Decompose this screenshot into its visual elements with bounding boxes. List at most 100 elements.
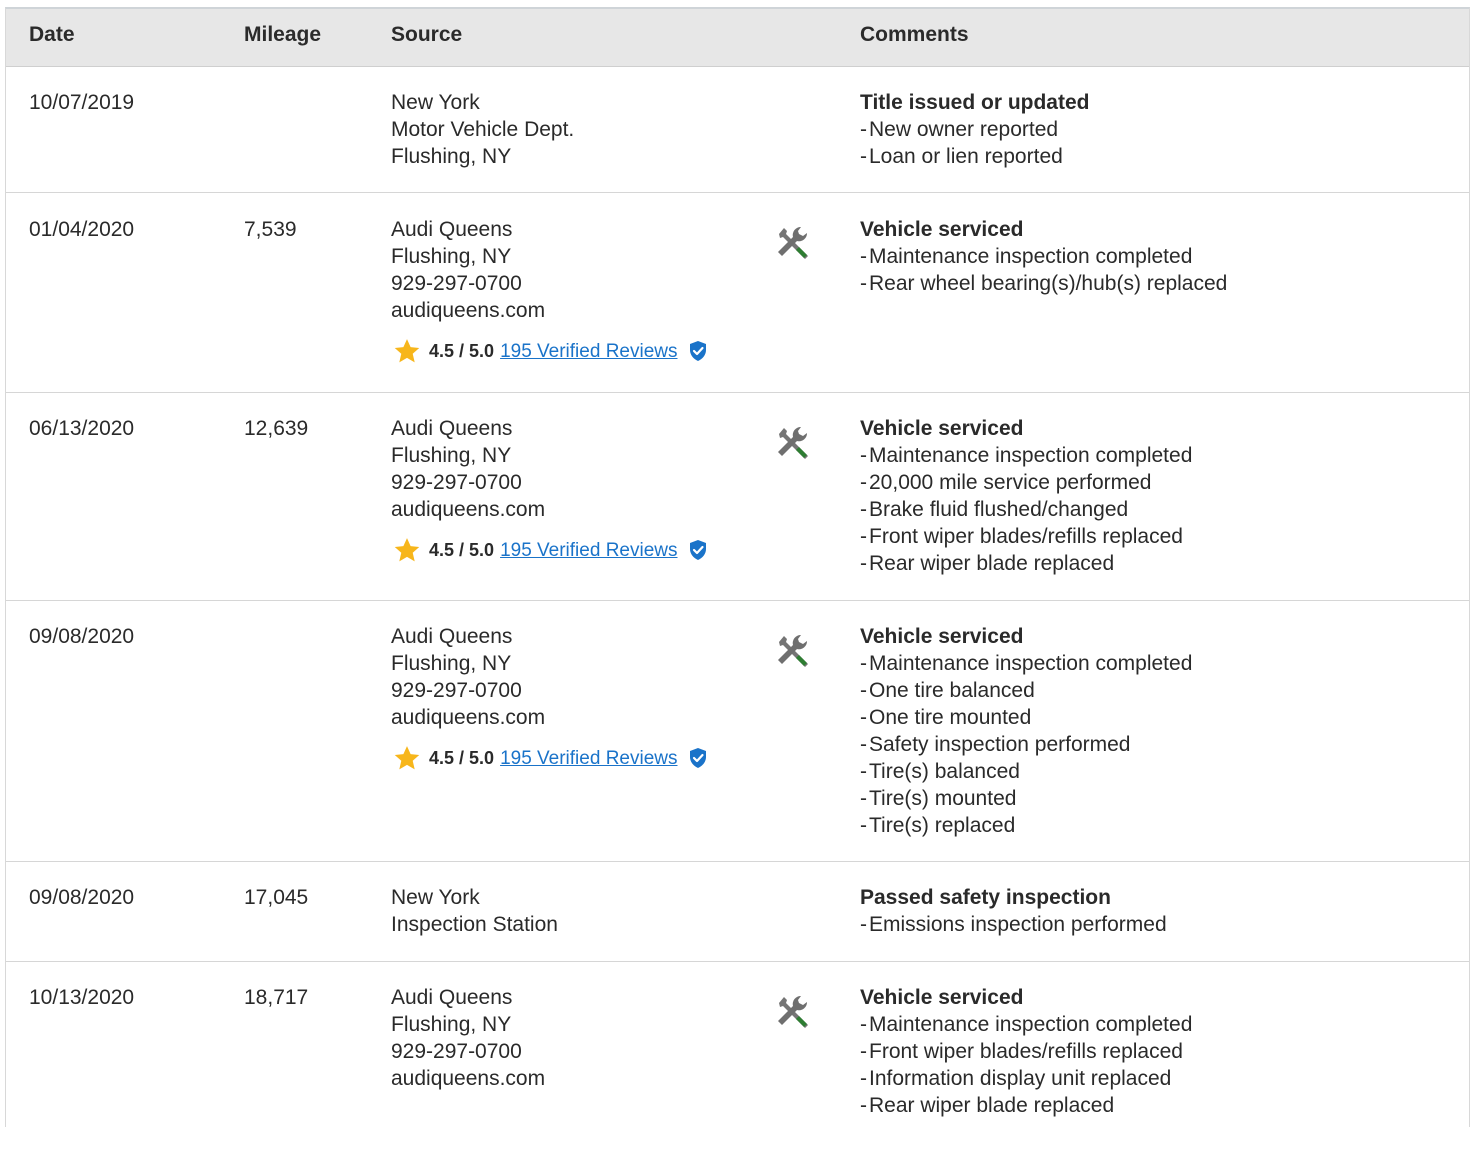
row-comments: Vehicle serviced Maintenance inspection … <box>860 623 1192 839</box>
row-mileage: 7,539 <box>244 218 297 241</box>
comment-item: Emissions inspection performed <box>860 911 1167 938</box>
source-line: Audi Queens <box>391 417 513 440</box>
row-comments: Vehicle serviced Maintenance inspection … <box>860 216 1227 297</box>
header-date: Date <box>29 23 75 46</box>
row-mileage: 17,045 <box>244 886 309 909</box>
source-line: Flushing, NY <box>391 245 512 268</box>
source-line: Audi Queens <box>391 986 513 1009</box>
row-mileage: 12,639 <box>244 417 309 440</box>
comment-item: Front wiper blades/refills replaced <box>860 523 1192 550</box>
source-line: Inspection Station <box>391 913 558 936</box>
comment-title: Passed safety inspection <box>860 886 1111 909</box>
comment-title: Vehicle serviced <box>860 986 1024 1009</box>
table-row: 10/07/2019 New York Motor Vehicle Dept. … <box>6 66 1469 193</box>
comment-item: Maintenance inspection completed <box>860 442 1192 469</box>
header-comments: Comments <box>860 23 969 46</box>
comment-item: Brake fluid flushed/changed <box>860 496 1192 523</box>
comment-item: Front wiper blades/refills replaced <box>860 1038 1192 1065</box>
row-date: 06/13/2020 <box>29 417 135 440</box>
row-source: New York Motor Vehicle Dept. Flushing, N… <box>391 89 574 170</box>
comment-item: One tire balanced <box>860 677 1192 704</box>
comment-item: Maintenance inspection completed <box>860 1011 1192 1038</box>
comment-item: Rear wiper blade replaced <box>860 550 1192 577</box>
comment-item: Safety inspection performed <box>860 731 1192 758</box>
row-source: Audi Queens Flushing, NY 929-297-0700 au… <box>391 623 708 772</box>
comment-item: New owner reported <box>860 116 1089 143</box>
rating-score: 4.5 / 5.0 <box>429 747 495 768</box>
row-comments: Passed safety inspection Emissions inspe… <box>860 884 1167 938</box>
verified-shield-icon <box>689 341 706 361</box>
shop-rating: 4.5 / 5.0 195 Verified Reviews <box>391 536 708 564</box>
source-line: 929-297-0700 <box>391 679 522 702</box>
comment-item: Rear wheel bearing(s)/hub(s) replaced <box>860 270 1227 297</box>
source-line: Flushing, NY <box>391 1013 512 1036</box>
star-icon <box>394 538 420 562</box>
source-line: New York <box>391 886 480 909</box>
source-line: 929-297-0700 <box>391 471 522 494</box>
row-source: Audi Queens Flushing, NY 929-297-0700 au… <box>391 216 708 365</box>
vehicle-history-table: Date Mileage Source Comments 10/07/2019 … <box>5 7 1470 1127</box>
verified-reviews-link[interactable]: 195 Verified Reviews <box>500 745 677 772</box>
shop-rating: 4.5 / 5.0 195 Verified Reviews <box>391 744 708 772</box>
comment-item: Tire(s) mounted <box>860 785 1192 812</box>
source-line: Flushing, NY <box>391 145 512 168</box>
source-line: Flushing, NY <box>391 444 512 467</box>
header-mileage: Mileage <box>244 23 322 46</box>
comment-title: Vehicle serviced <box>860 218 1024 241</box>
row-comments: Title issued or updated New owner report… <box>860 89 1089 170</box>
row-date: 09/08/2020 <box>29 625 135 648</box>
comment-item: One tire mounted <box>860 704 1192 731</box>
source-line: audiqueens.com <box>391 299 546 322</box>
comment-item: 20,000 mile service performed <box>860 469 1192 496</box>
table-row: 01/04/2020 7,539 Audi Queens Flushing, N… <box>6 193 1469 393</box>
row-date: 10/07/2019 <box>29 91 135 114</box>
comment-title: Title issued or updated <box>860 91 1090 114</box>
row-source: New York Inspection Station <box>391 884 558 938</box>
comment-item: Information display unit replaced <box>860 1065 1192 1092</box>
table-header: Date Mileage Source Comments <box>6 9 1469 67</box>
rating-score: 4.5 / 5.0 <box>429 539 495 560</box>
source-line: New York <box>391 91 480 114</box>
table-row: 09/08/2020 17,045 New York Inspection St… <box>6 862 1469 962</box>
source-line: Audi Queens <box>391 218 513 241</box>
row-source: Audi Queens Flushing, NY 929-297-0700 au… <box>391 415 708 564</box>
comment-item: Maintenance inspection completed <box>860 650 1192 677</box>
verified-shield-icon <box>689 540 706 560</box>
row-mileage: 18,717 <box>244 986 309 1009</box>
comment-item: Loan or lien reported <box>860 143 1089 170</box>
table-row: 09/08/2020 Audi Queens Flushing, NY 929-… <box>6 601 1469 862</box>
source-line: Motor Vehicle Dept. <box>391 118 575 141</box>
source-line: audiqueens.com <box>391 498 546 521</box>
row-comments: Vehicle serviced Maintenance inspection … <box>860 984 1192 1119</box>
table-row: 06/13/2020 12,639 Audi Queens Flushing, … <box>6 393 1469 601</box>
source-line: audiqueens.com <box>391 1067 546 1090</box>
comment-item: Tire(s) balanced <box>860 758 1192 785</box>
comment-title: Vehicle serviced <box>860 417 1024 440</box>
row-source: Audi Queens Flushing, NY 929-297-0700 au… <box>391 984 545 1092</box>
star-icon <box>394 339 420 363</box>
source-line: 929-297-0700 <box>391 1040 522 1063</box>
row-date: 09/08/2020 <box>29 886 135 909</box>
comment-title: Vehicle serviced <box>860 625 1024 648</box>
row-date: 01/04/2020 <box>29 218 135 241</box>
source-line: Flushing, NY <box>391 652 512 675</box>
shop-rating: 4.5 / 5.0 195 Verified Reviews <box>391 337 708 365</box>
header-source: Source <box>391 23 463 46</box>
source-line: 929-297-0700 <box>391 272 522 295</box>
wrench-screwdriver-icon <box>778 995 808 1028</box>
star-icon <box>394 746 420 770</box>
wrench-screwdriver-icon <box>778 226 808 259</box>
verified-reviews-link[interactable]: 195 Verified Reviews <box>500 537 677 564</box>
wrench-screwdriver-icon <box>778 634 808 667</box>
wrench-screwdriver-icon <box>778 426 808 459</box>
table-row: 10/13/2020 18,717 Audi Queens Flushing, … <box>6 962 1469 1162</box>
row-comments: Vehicle serviced Maintenance inspection … <box>860 415 1192 577</box>
verified-reviews-link[interactable]: 195 Verified Reviews <box>500 338 677 365</box>
source-line: Audi Queens <box>391 625 513 648</box>
verified-shield-icon <box>689 748 706 768</box>
rating-score: 4.5 / 5.0 <box>429 340 495 361</box>
comment-item: Tire(s) replaced <box>860 812 1192 839</box>
comment-item: Maintenance inspection completed <box>860 243 1227 270</box>
row-date: 10/13/2020 <box>29 986 135 1009</box>
source-line: audiqueens.com <box>391 706 546 729</box>
